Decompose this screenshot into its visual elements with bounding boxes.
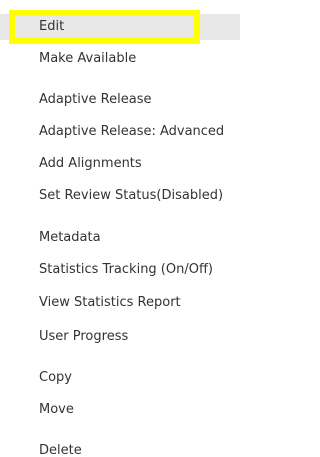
- context-menu: Edit Make Available Adaptive Release Ada…: [0, 0, 240, 457]
- menu-item-set-review-status[interactable]: Set Review Status(Disabled): [0, 183, 240, 209]
- menu-item-delete[interactable]: Delete: [0, 438, 240, 457]
- menu-item-copy[interactable]: Copy: [0, 365, 240, 391]
- menu-item-statistics-tracking[interactable]: Statistics Tracking (On/Off): [0, 257, 240, 283]
- menu-item-adaptive-release[interactable]: Adaptive Release: [0, 87, 240, 113]
- menu-item-make-available[interactable]: Make Available: [0, 46, 240, 72]
- menu-item-adaptive-release-advanced[interactable]: Adaptive Release: Advanced: [0, 119, 240, 145]
- menu-item-add-alignments[interactable]: Add Alignments: [0, 151, 240, 177]
- menu-item-user-progress[interactable]: User Progress: [0, 324, 240, 350]
- menu-item-edit[interactable]: Edit: [0, 14, 240, 40]
- menu-item-view-statistics-report[interactable]: View Statistics Report: [0, 290, 240, 316]
- menu-item-metadata[interactable]: Metadata: [0, 225, 240, 251]
- menu-item-move[interactable]: Move: [0, 397, 240, 423]
